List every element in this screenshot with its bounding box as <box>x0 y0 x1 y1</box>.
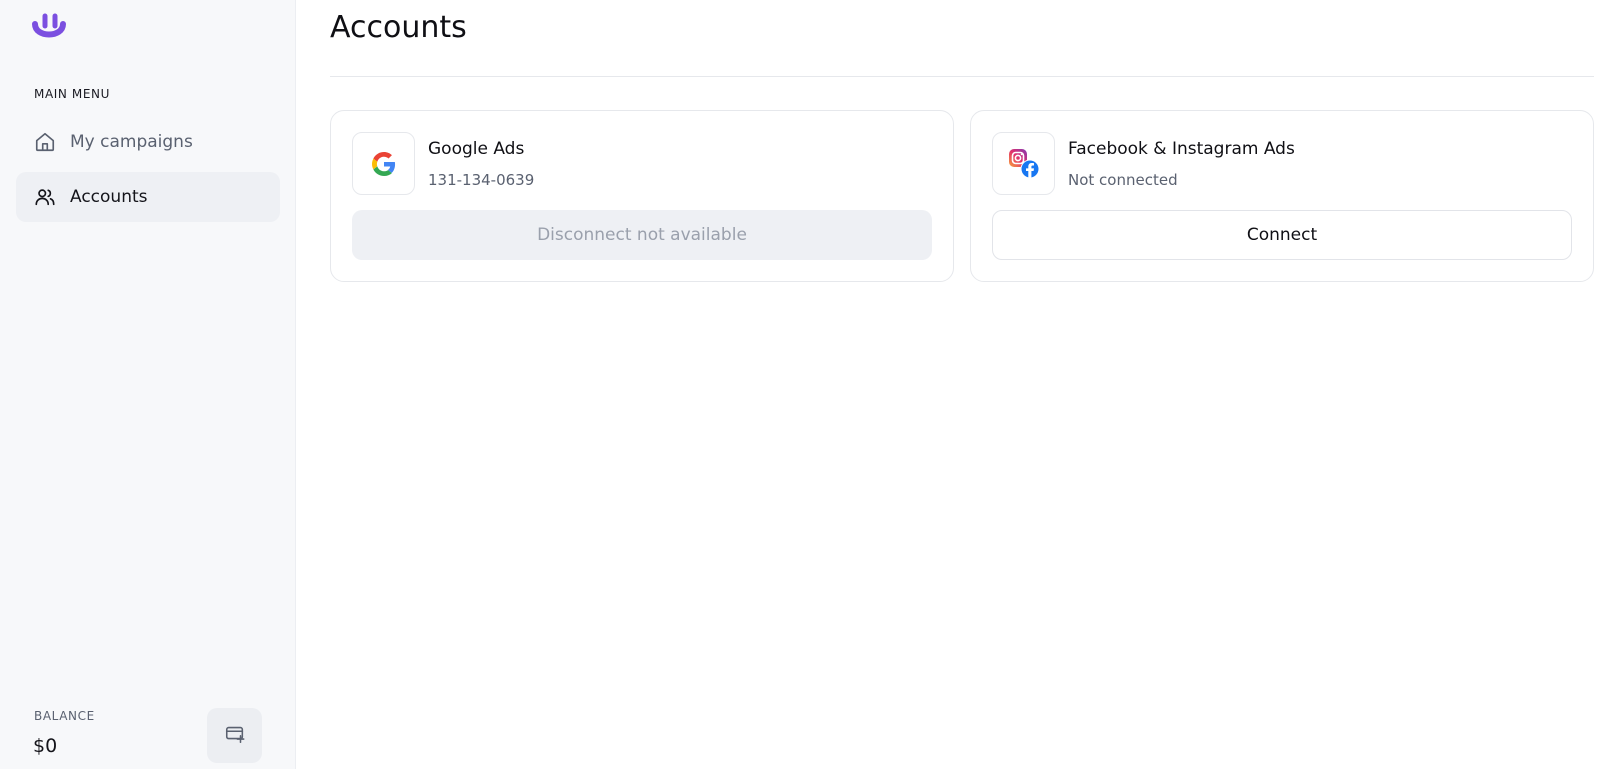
users-icon <box>34 186 56 208</box>
home-icon <box>34 131 56 153</box>
sidebar-item-my-campaigns[interactable]: My campaigns <box>16 117 280 167</box>
sidebar: MAIN MENU My campaigns Accounts BALANCE … <box>0 0 296 769</box>
connection-status: Not connected <box>1068 171 1178 189</box>
balance-value: $0 <box>33 735 58 757</box>
sidebar-item-label: Accounts <box>70 187 148 207</box>
balance-label: BALANCE <box>34 709 95 723</box>
facebook-instagram-icon <box>992 132 1055 195</box>
add-funds-button[interactable] <box>207 708 262 763</box>
google-icon <box>352 132 415 195</box>
account-card-google: Google Ads 131-134-0639 Disconnect not a… <box>330 110 954 282</box>
divider <box>330 76 1594 77</box>
account-id: 131-134-0639 <box>428 171 535 189</box>
account-card-facebook-instagram: Facebook & Instagram Ads Not connected C… <box>970 110 1594 282</box>
page-title: Accounts <box>330 10 467 45</box>
sidebar-item-label: My campaigns <box>70 132 193 152</box>
account-name: Facebook & Instagram Ads <box>1068 139 1295 159</box>
add-card-icon <box>224 723 246 749</box>
account-name: Google Ads <box>428 139 525 159</box>
main-content: Accounts Google Ads 131-134-0639 Disconn… <box>330 0 1594 769</box>
connect-button[interactable]: Connect <box>992 210 1572 260</box>
disconnect-button: Disconnect not available <box>352 210 932 260</box>
main-menu-heading: MAIN MENU <box>34 87 110 101</box>
sidebar-item-accounts[interactable]: Accounts <box>16 172 280 222</box>
app-logo-icon[interactable] <box>30 12 68 48</box>
